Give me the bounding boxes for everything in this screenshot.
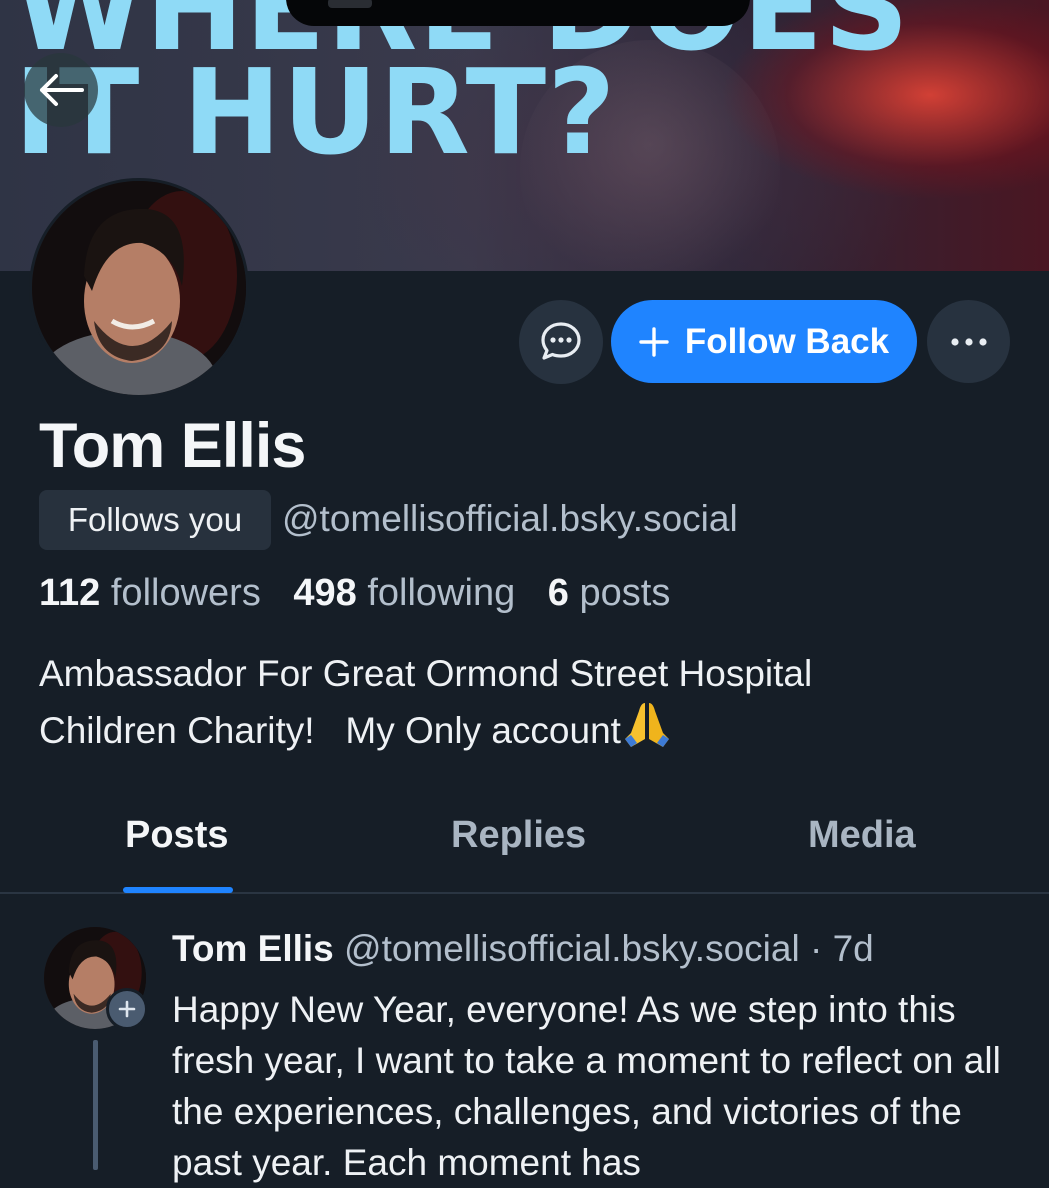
profile-bio: Ambassador For Great Ormond Street Hospi… [39, 648, 1019, 762]
more-options-button[interactable] [927, 300, 1010, 383]
follow-back-button[interactable]: Follow Back [611, 300, 917, 383]
follow-author-plus-button[interactable] [106, 988, 148, 1030]
followers-link[interactable]: 112 followers [39, 572, 261, 614]
tab-posts[interactable]: Posts [125, 814, 228, 857]
bio-text: Ambassador For Great Ormond Street Hospi… [39, 653, 813, 751]
profile-tabs: Posts Replies Media [0, 790, 1049, 894]
post-handle-time: @tomellisofficial.bsky.social · 7d [344, 928, 874, 969]
followers-label: followers [110, 572, 261, 614]
avatar-photo [32, 181, 246, 395]
avatar-portrait [32, 181, 246, 395]
camera-notch [286, 0, 750, 26]
praying-hands-emoji [621, 699, 673, 762]
thread-line [93, 1040, 98, 1170]
post-body[interactable]: Happy New Year, everyone! As we step int… [172, 984, 1032, 1188]
followers-count: 112 [39, 572, 101, 614]
posts-stat: 6 posts [548, 572, 671, 614]
following-link[interactable]: 498 following [293, 572, 515, 614]
post-author-name[interactable]: Tom Ellis [172, 928, 334, 969]
display-name: Tom Ellis [39, 411, 306, 481]
chat-bubble-icon [541, 322, 581, 360]
profile-handle: @tomellisofficial.bsky.social [282, 498, 738, 539]
profile-avatar[interactable] [29, 178, 249, 398]
arrow-left-icon [40, 74, 84, 106]
plus-icon [639, 326, 669, 357]
posts-count: 6 [547, 572, 569, 614]
plus-icon [118, 1000, 136, 1018]
tab-replies[interactable]: Replies [451, 814, 586, 857]
following-label: following [367, 572, 516, 614]
camera-lens [328, 0, 372, 8]
ellipsis-icon [950, 337, 987, 346]
tab-media[interactable]: Media [808, 814, 916, 857]
posts-label: posts [579, 572, 671, 614]
post-header[interactable]: Tom Ellis @tomellisofficial.bsky.social … [172, 928, 874, 970]
active-tab-indicator [123, 887, 233, 893]
profile-stats: 112 followers 498 following 6 posts [39, 572, 670, 615]
back-button[interactable] [24, 53, 98, 127]
message-button[interactable] [519, 300, 603, 384]
following-count: 498 [293, 572, 357, 614]
follow-back-label: Follow Back [684, 321, 890, 361]
follows-you-badge: Follows you [39, 490, 271, 550]
